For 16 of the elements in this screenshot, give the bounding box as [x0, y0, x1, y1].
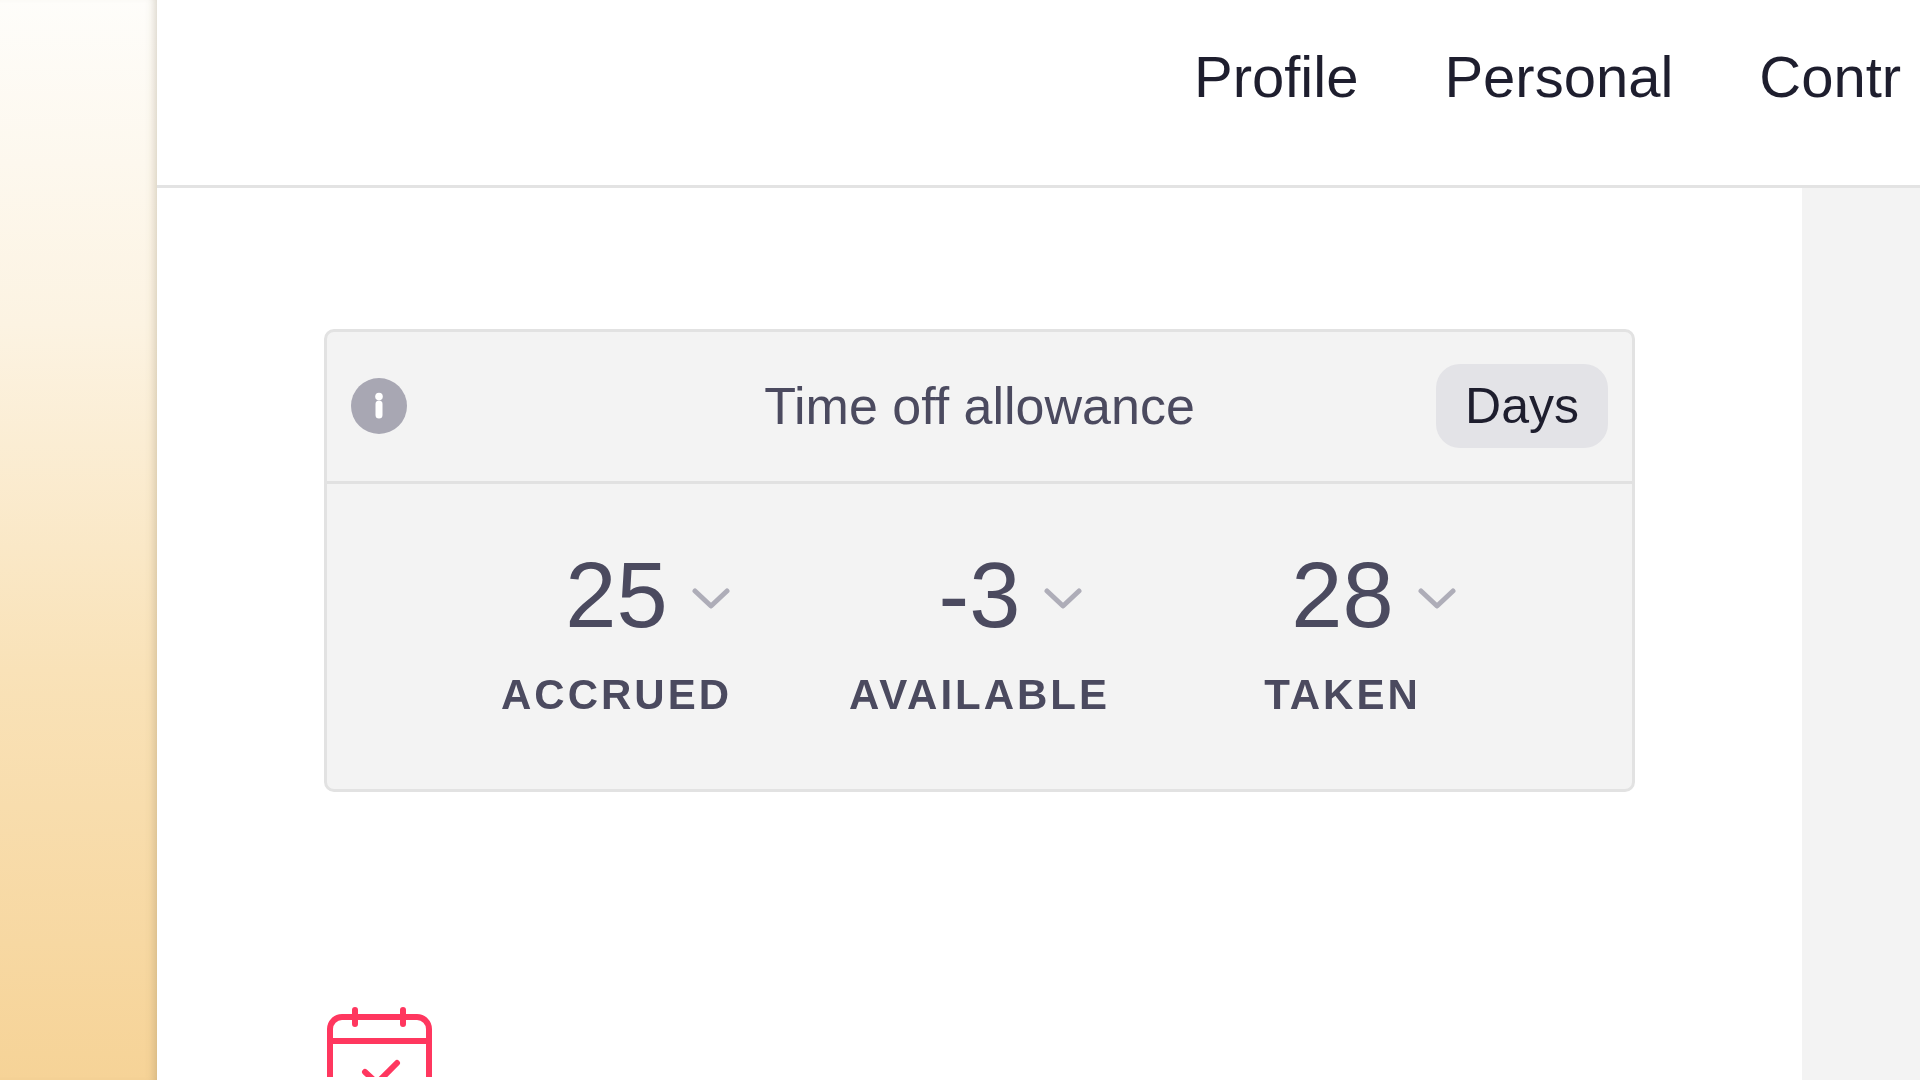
chevron-down-icon[interactable] — [691, 587, 730, 609]
chevron-down-icon[interactable] — [1044, 587, 1083, 609]
nav-tab[interactable]: Contr — [1759, 48, 1902, 106]
stat-value: 25 — [565, 549, 668, 641]
nav-tab[interactable]: Profile — [1194, 48, 1359, 106]
unit-button[interactable]: Days — [1436, 364, 1608, 448]
nav-tab[interactable]: Personal — [1444, 48, 1674, 106]
stat-value: -3 — [938, 549, 1021, 641]
calendar-check-icon — [324, 1004, 435, 1077]
stat-label: AVAILABLE — [848, 674, 1111, 716]
stat-value: 28 — [1291, 549, 1394, 641]
card-title: Time off allowance — [764, 380, 1195, 432]
stat-label: ACCRUED — [501, 674, 732, 716]
chevron-down-icon[interactable] — [1417, 587, 1456, 609]
info-icon[interactable] — [351, 378, 407, 434]
stat-label: TAKEN — [1264, 674, 1421, 716]
